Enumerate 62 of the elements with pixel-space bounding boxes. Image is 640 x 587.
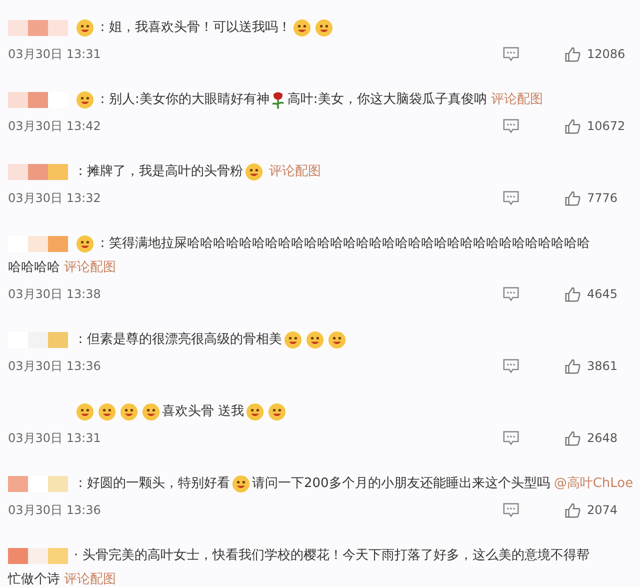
like-count: 12086 [587,47,626,61]
smiley-icon [245,163,263,181]
thumbs-up-icon[interactable] [564,118,581,134]
thumbs-up-icon[interactable] [564,502,581,518]
comment-text: 忙做个诗 [8,571,60,587]
smiley-icon [293,19,311,37]
comment-text: 喜欢头骨 送我 [162,403,244,421]
smiley-icon [76,403,94,421]
comment-icon[interactable] [502,286,520,302]
thumbs-up-icon[interactable] [564,430,581,446]
like-count: 2648 [587,431,618,445]
comment-link[interactable]: @高叶ChLoe [554,472,634,496]
thumbs-up-icon[interactable] [564,190,581,206]
comment-text: 哈哈哈哈 [8,259,60,277]
comment-text: · 头骨完美的高叶女士，快看我们学校的樱花！今天下雨打落了好多，这么美的意境不得帮 [74,547,590,565]
comment-link[interactable]: 评论配图 [64,568,116,587]
smiley-icon [328,331,346,349]
comment-time: 03月30日 13:32 [8,190,102,206]
smiley-icon [120,403,138,421]
smiley-icon [76,235,94,253]
comment-icon[interactable] [502,502,520,518]
smiley-icon [284,331,302,349]
smiley-icon [98,403,116,421]
comment-text: ：别人:美女你的大眼睛好有神 [96,91,270,109]
comment-icon[interactable] [502,118,520,134]
comment-text: ：但素是尊的很漂亮很高级的骨相美 [74,331,282,349]
comment-icon[interactable] [502,46,520,62]
comment-icon[interactable] [502,190,520,206]
smiley-icon [315,19,333,37]
thumbs-up-icon[interactable] [564,358,581,374]
smiley-icon [246,403,264,421]
like-count: 7776 [587,191,618,205]
comment-icon[interactable] [502,430,520,446]
comment-text: ：摊牌了，我是高叶的头骨粉 [74,163,243,181]
comment-text: ：姐，我喜欢头骨！可以送我吗！ [96,19,291,37]
comment-text: 请问一下200多个月的小朋友还能睡出来这个头型吗 [252,475,550,493]
comment-time: 03月30日 13:36 [8,502,102,518]
comment-text: ：笑得满地拉屎哈哈哈哈哈哈哈哈哈哈哈哈哈哈哈哈哈哈哈哈哈哈哈哈哈哈哈哈哈哈哈 [96,235,590,253]
comment-text: ：好圆的一颗头，特别好看 [74,475,230,493]
smiley-icon [232,475,250,493]
comment-time: 03月30日 13:31 [8,46,102,62]
smiley-icon [142,403,160,421]
smiley-icon [306,331,324,349]
comment-time: 03月30日 13:36 [8,358,102,374]
comment-time: 03月30日 13:38 [8,286,102,302]
like-count: 4645 [587,287,618,301]
comment-link[interactable]: 评论配图 [490,88,543,112]
comment-time: 03月30日 13:42 [8,118,102,134]
like-count: 10672 [587,119,626,133]
comment-link[interactable]: 评论配图 [269,160,321,184]
comment-link[interactable]: 评论配图 [64,256,116,280]
thumbs-up-icon[interactable] [564,46,581,62]
comment-icon[interactable] [502,358,520,374]
comment-time: 03月30日 13:31 [8,430,102,446]
smiley-icon [76,19,94,37]
rose-icon [271,91,286,109]
thumbs-up-icon[interactable] [564,286,581,302]
comment-text: 高叶:美女，你这大脑袋瓜子真俊呐 [287,91,487,109]
like-count: 3861 [587,359,618,373]
like-count: 2074 [587,503,618,517]
smiley-icon [76,91,94,109]
smiley-icon [268,403,286,421]
